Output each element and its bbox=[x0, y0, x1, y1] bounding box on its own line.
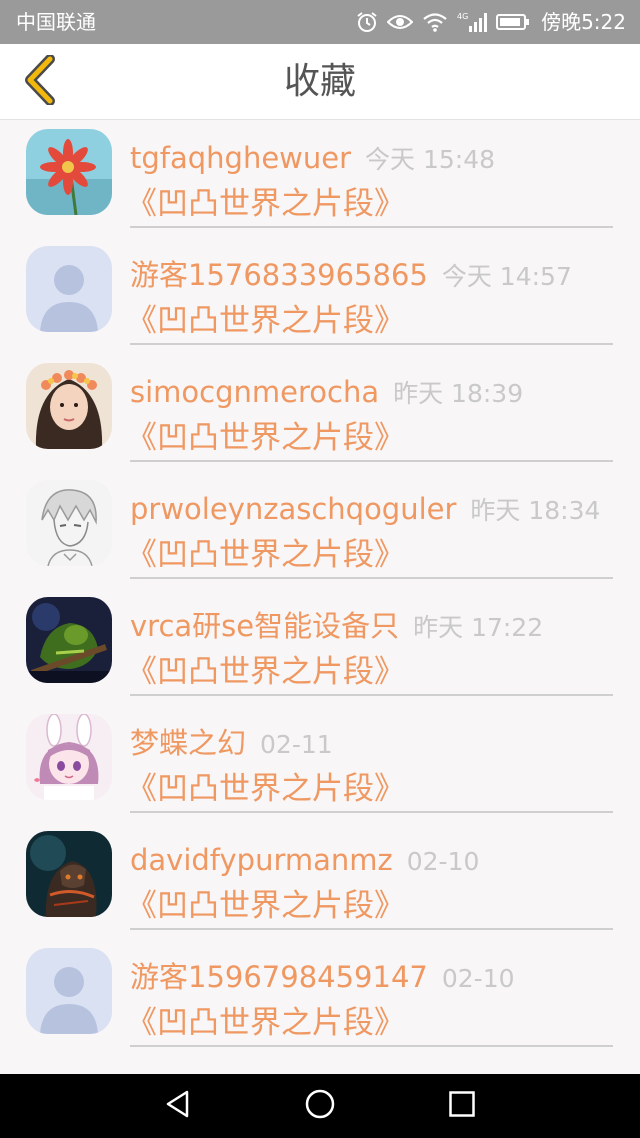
username: davidfypurmanmz bbox=[130, 843, 393, 877]
dark-knight-avatar-icon bbox=[26, 831, 112, 917]
avatar bbox=[26, 597, 112, 683]
anime-bunny-avatar-icon bbox=[26, 714, 112, 800]
wifi-icon bbox=[422, 12, 448, 32]
carrier-name: 中国联通 bbox=[16, 10, 96, 34]
avatar bbox=[26, 714, 112, 800]
username: 游客1596798459147 bbox=[130, 960, 428, 994]
list-item[interactable]: vrca研se智能设备只 昨天 17:22 《凹凸世界之片段》 bbox=[0, 588, 640, 705]
list-item[interactable]: davidfypurmanmz 02-10 《凹凸世界之片段》 bbox=[0, 822, 640, 939]
timestamp: 02-10 bbox=[406, 847, 480, 876]
default-avatar-icon bbox=[26, 246, 112, 332]
username: 梦蝶之幻 bbox=[130, 726, 247, 760]
nav-recents-button[interactable] bbox=[422, 1074, 502, 1138]
timestamp: 昨天 18:39 bbox=[393, 379, 524, 408]
divider bbox=[130, 343, 613, 345]
avatar bbox=[26, 480, 112, 566]
header: 收藏 bbox=[0, 44, 640, 120]
warrior-avatar-icon bbox=[26, 597, 112, 683]
username: tgfaqhghewuer bbox=[130, 141, 352, 175]
divider bbox=[130, 226, 613, 228]
work-title: 《凹凸世界之片段》 bbox=[126, 186, 405, 222]
list-item[interactable]: tgfaqhghewuer 今天 15:48 《凹凸世界之片段》 bbox=[0, 120, 640, 237]
favorites-list: tgfaqhghewuer 今天 15:48 《凹凸世界之片段》 游客157683… bbox=[0, 120, 640, 1056]
list-item[interactable]: prwoleynzaschqoguler 昨天 18:34 《凹凸世界之片段》 bbox=[0, 471, 640, 588]
work-title: 《凹凸世界之片段》 bbox=[126, 1005, 405, 1041]
work-title: 《凹凸世界之片段》 bbox=[126, 654, 405, 690]
username: simocgnmerocha bbox=[130, 375, 380, 409]
timestamp: 02-11 bbox=[260, 730, 333, 759]
list-item[interactable]: 游客1596798459147 02-10 《凹凸世界之片段》 bbox=[0, 939, 640, 1056]
username: vrca研se智能设备只 bbox=[130, 609, 400, 643]
timestamp: 02-10 bbox=[441, 964, 515, 993]
avatar bbox=[26, 129, 112, 215]
navigation-bar bbox=[0, 1074, 640, 1138]
username: prwoleynzaschqoguler bbox=[130, 492, 457, 526]
square-recents-icon bbox=[448, 1090, 476, 1122]
avatar bbox=[26, 246, 112, 332]
divider bbox=[130, 928, 613, 930]
girl-avatar-icon bbox=[26, 363, 112, 449]
cell-signal-icon: 4G bbox=[457, 11, 488, 33]
username: 游客1576833965865 bbox=[130, 258, 428, 292]
svg-text:4G: 4G bbox=[457, 12, 468, 21]
default-avatar-icon bbox=[26, 948, 112, 1034]
work-title: 《凹凸世界之片段》 bbox=[126, 303, 405, 339]
divider bbox=[130, 577, 613, 579]
circle-home-icon bbox=[304, 1088, 336, 1124]
alarm-icon bbox=[356, 11, 378, 33]
status-time: 傍晚5:22 bbox=[541, 10, 626, 34]
timestamp: 昨天 17:22 bbox=[413, 613, 544, 642]
divider bbox=[130, 694, 613, 696]
divider bbox=[130, 1045, 613, 1047]
status-icons: 4G 傍晚5:22 bbox=[356, 8, 626, 36]
nav-home-button[interactable] bbox=[280, 1074, 360, 1138]
work-title: 《凹凸世界之片段》 bbox=[126, 420, 405, 456]
divider bbox=[130, 811, 613, 813]
list-item[interactable]: 梦蝶之幻 02-11 《凹凸世界之片段》 bbox=[0, 705, 640, 822]
sketch-avatar-icon bbox=[26, 480, 112, 566]
flower-avatar-icon bbox=[26, 129, 112, 215]
divider bbox=[130, 460, 613, 462]
avatar bbox=[26, 363, 112, 449]
list-item[interactable]: simocgnmerocha 昨天 18:39 《凹凸世界之片段》 bbox=[0, 354, 640, 471]
avatar bbox=[26, 831, 112, 917]
page-title: 收藏 bbox=[283, 61, 356, 102]
work-title: 《凹凸世界之片段》 bbox=[126, 537, 405, 573]
battery-icon bbox=[496, 13, 530, 31]
status-bar: 中国联通 4G 傍晚5:22 bbox=[0, 0, 640, 44]
eye-icon bbox=[387, 13, 414, 31]
timestamp: 今天 15:48 bbox=[365, 145, 496, 174]
avatar bbox=[26, 948, 112, 1034]
timestamp: 昨天 18:34 bbox=[470, 496, 601, 525]
triangle-back-icon bbox=[163, 1089, 193, 1123]
work-title: 《凹凸世界之片段》 bbox=[126, 771, 405, 807]
timestamp: 今天 14:57 bbox=[441, 262, 572, 291]
list-item[interactable]: 游客1576833965865 今天 14:57 《凹凸世界之片段》 bbox=[0, 237, 640, 354]
nav-back-button[interactable] bbox=[138, 1074, 218, 1138]
work-title: 《凹凸世界之片段》 bbox=[126, 888, 405, 924]
